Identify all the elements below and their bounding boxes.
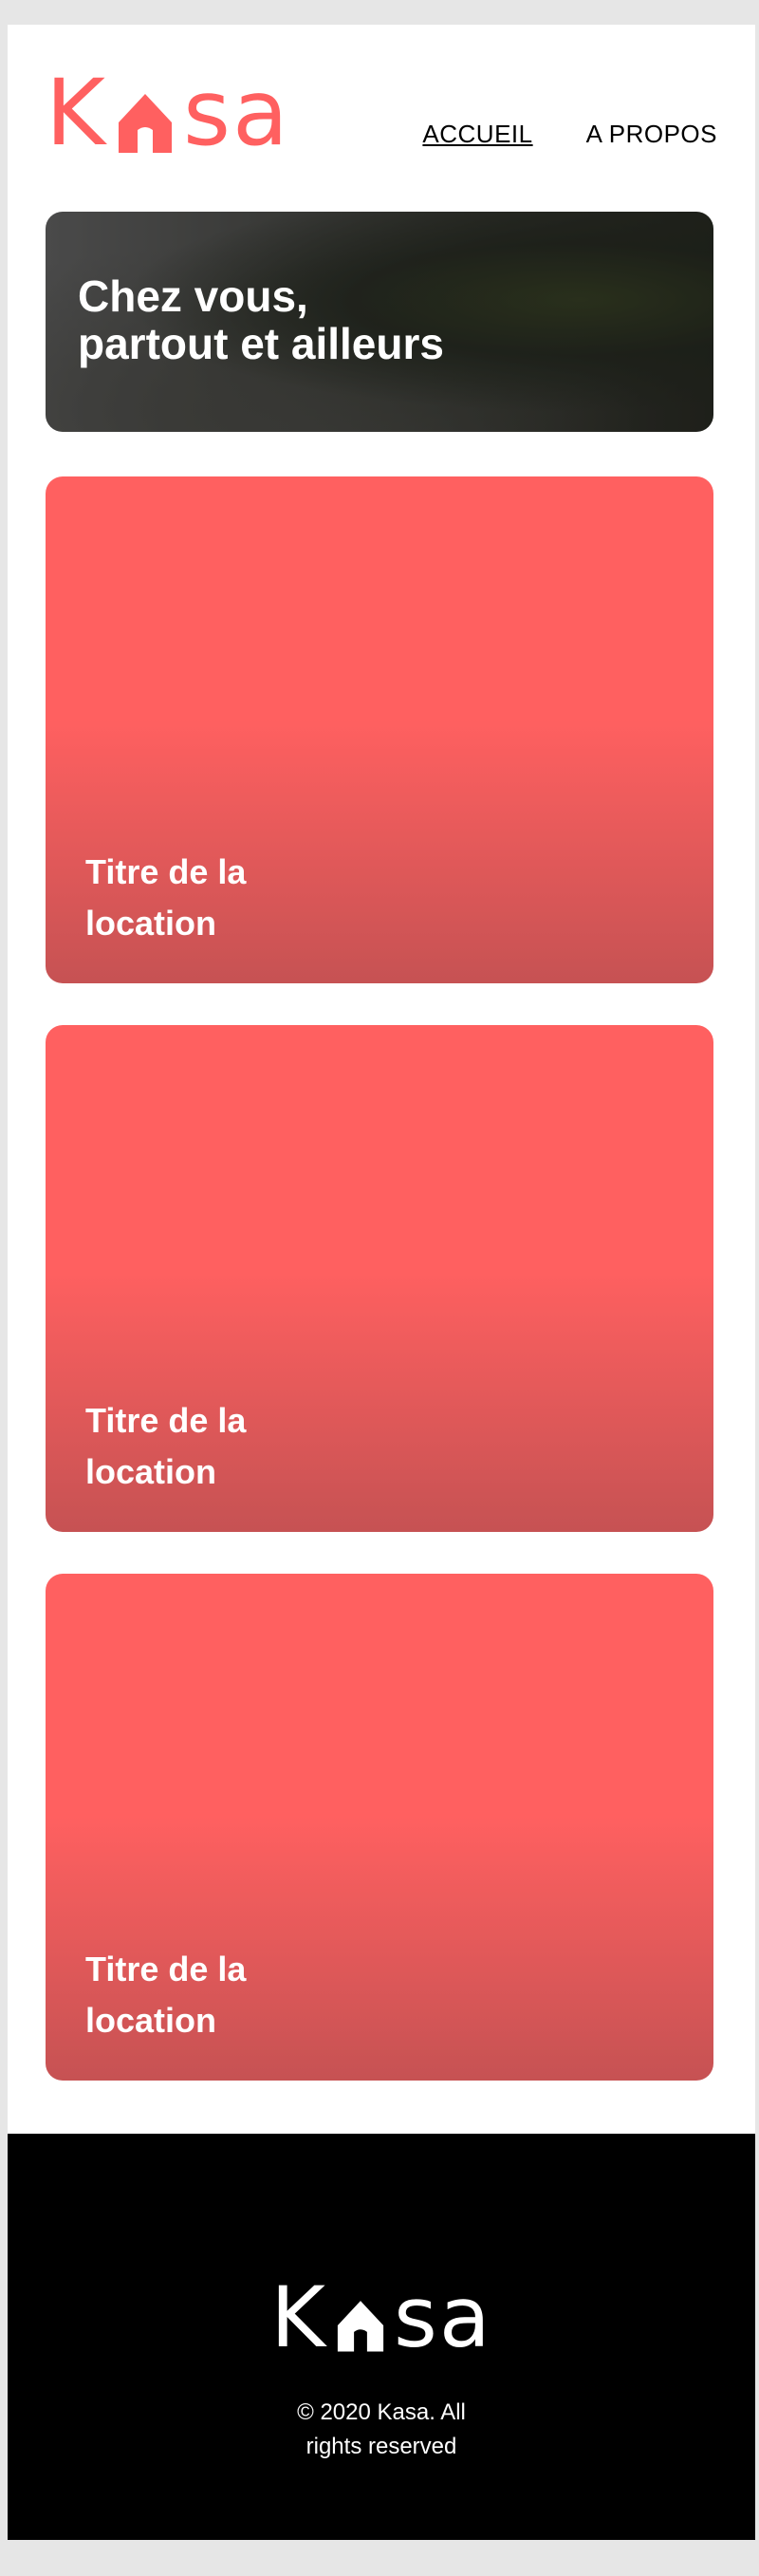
copyright-line-2: rights reserved <box>305 2434 457 2459</box>
main-nav: ACCUEIL A PROPOS <box>422 120 717 149</box>
rental-card-title: Titre de la location <box>85 1401 247 1491</box>
footer-logo-letter-k: K <box>270 2268 327 2366</box>
footer: K sa © 2020 Kasa. All rights reserved <box>8 2134 755 2540</box>
logo-letters-sa: sa <box>182 60 290 166</box>
page: K sa ACCUEIL A PROPOS Chez vous, partout… <box>8 25 755 2540</box>
copyright-text: © 2020 Kasa. All rights reserved <box>8 2396 755 2464</box>
rental-card[interactable]: Titre de la location <box>46 476 713 983</box>
footer-logo-letters-sa: sa <box>393 2268 492 2366</box>
nav-link-accueil[interactable]: ACCUEIL <box>422 120 532 149</box>
hero-banner: Chez vous, partout et ailleurs <box>46 212 713 432</box>
banner-title-line-1: Chez vous, <box>78 271 308 321</box>
rental-card[interactable]: Titre de la location <box>46 1025 713 1532</box>
footer-logo: K sa <box>8 2276 755 2360</box>
logo-letter-k: K <box>46 60 107 166</box>
copyright-line-1: © 2020 Kasa. All <box>297 2399 466 2425</box>
kasa-logo[interactable]: K sa <box>46 61 290 165</box>
rental-card[interactable]: Titre de la location <box>46 1574 713 2081</box>
house-icon <box>337 2301 384 2352</box>
nav-link-a-propos[interactable]: A PROPOS <box>586 120 717 149</box>
rental-card-list: Titre de la location Titre de la locatio… <box>46 476 713 2122</box>
house-icon <box>118 94 172 153</box>
rental-card-title: Titre de la location <box>85 1950 247 2040</box>
banner-title: Chez vous, partout et ailleurs <box>78 272 647 367</box>
banner-title-line-2: partout et ailleurs <box>78 319 444 368</box>
header: K sa ACCUEIL A PROPOS <box>8 25 755 186</box>
rental-card-title: Titre de la location <box>85 852 247 943</box>
